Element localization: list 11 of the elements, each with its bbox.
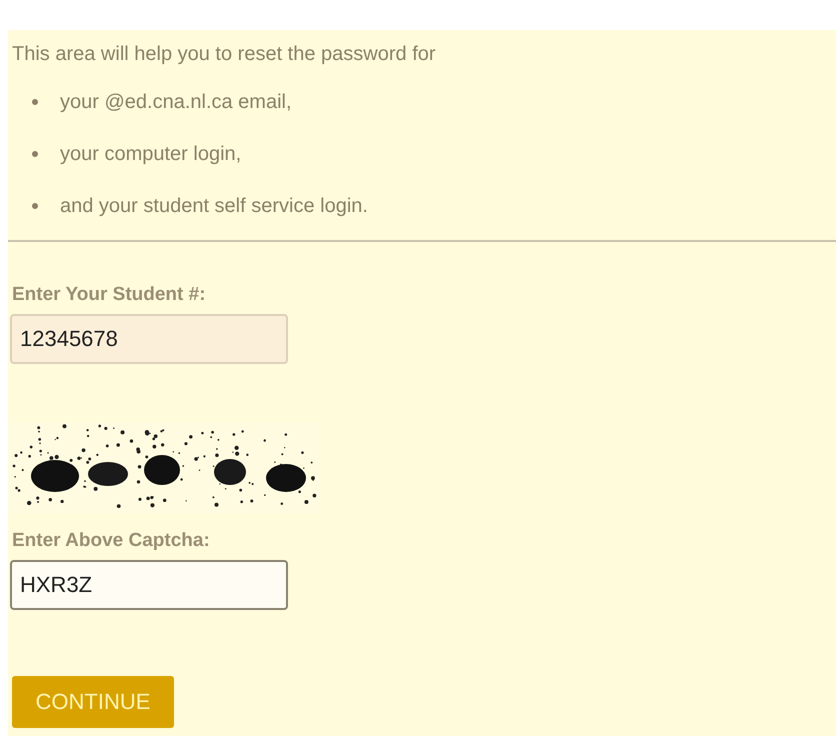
field-label: Enter Above Captcha: bbox=[12, 530, 210, 552]
input-field[interactable]: 12345678 bbox=[10, 314, 288, 364]
bullet-icon bbox=[32, 99, 38, 105]
field-label: Enter Your Student #: bbox=[12, 284, 206, 306]
bullet-text: your @ed.cna.nl.ca email, bbox=[60, 90, 292, 114]
bullet-icon bbox=[32, 151, 38, 157]
input-field[interactable]: HXR3Z bbox=[10, 560, 288, 610]
intro-text: This area will help you to reset the password for bbox=[12, 42, 437, 67]
bullet-icon bbox=[32, 203, 38, 209]
bullet-text: your computer login, bbox=[60, 142, 242, 166]
bullet-text: and your student self service login. bbox=[60, 194, 368, 218]
